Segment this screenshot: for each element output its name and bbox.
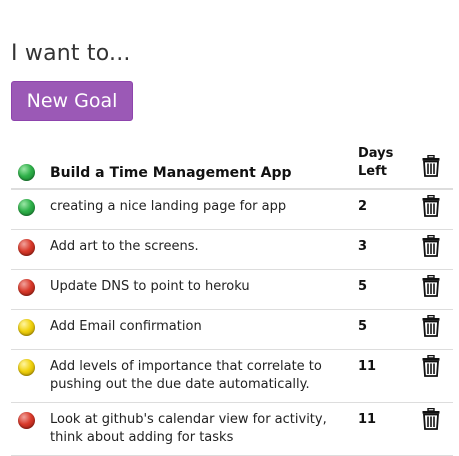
task-status-red-icon bbox=[18, 239, 35, 256]
task-row: Add art to the screens. 3 bbox=[11, 229, 453, 270]
task-text: Look at github's calendar view for activ… bbox=[41, 402, 349, 456]
delete-task-trash-icon[interactable] bbox=[422, 408, 440, 430]
task-status-green-icon bbox=[18, 199, 35, 216]
goal-header-row: Build a Time Management App Days Left bbox=[11, 145, 453, 190]
delete-goal-trash-icon[interactable] bbox=[422, 155, 440, 177]
task-days-left: 11 bbox=[349, 349, 409, 403]
task-text: Add art to the screens. bbox=[41, 229, 349, 270]
delete-task-trash-icon[interactable] bbox=[422, 235, 440, 257]
task-status-red-icon bbox=[18, 412, 35, 429]
task-text: Add Email confirmation bbox=[41, 309, 349, 350]
task-text: creating a nice landing page for app bbox=[41, 189, 349, 230]
delete-task-trash-icon[interactable] bbox=[422, 275, 440, 297]
task-row: Look at github's calendar view for activ… bbox=[11, 402, 453, 456]
new-goal-button[interactable]: New Goal bbox=[11, 81, 133, 121]
delete-task-trash-icon[interactable] bbox=[422, 315, 440, 337]
task-days-left: 2 bbox=[349, 189, 409, 230]
task-text: Add levels of importance that correlate … bbox=[41, 349, 349, 403]
task-text: Update DNS to point to heroku bbox=[41, 269, 349, 310]
task-days-left: 5 bbox=[349, 269, 409, 310]
goal-title: Build a Time Management App bbox=[41, 145, 349, 190]
task-status-red-icon bbox=[18, 279, 35, 296]
days-left-header: Days Left bbox=[349, 145, 409, 190]
delete-task-trash-icon[interactable] bbox=[422, 355, 440, 377]
task-row: creating a nice landing page for app 2 bbox=[11, 189, 453, 230]
task-row: Update DNS to point to heroku 5 bbox=[11, 269, 453, 310]
days-header-line2: Left bbox=[358, 164, 387, 179]
days-header-line1: Days bbox=[358, 146, 394, 161]
task-days-left: 11 bbox=[349, 402, 409, 456]
task-days-left: 5 bbox=[349, 309, 409, 350]
delete-task-trash-icon[interactable] bbox=[422, 195, 440, 217]
task-status-yellow-icon bbox=[18, 359, 35, 376]
goal-status-icon bbox=[18, 164, 35, 181]
goal-table: Build a Time Management App Days Left cr… bbox=[11, 145, 453, 456]
task-row: Add Email confirmation 5 bbox=[11, 309, 453, 350]
task-days-left: 3 bbox=[349, 229, 409, 270]
page-heading: I want to... bbox=[11, 41, 131, 66]
task-row: Add levels of importance that correlate … bbox=[11, 349, 453, 403]
task-status-yellow-icon bbox=[18, 319, 35, 336]
